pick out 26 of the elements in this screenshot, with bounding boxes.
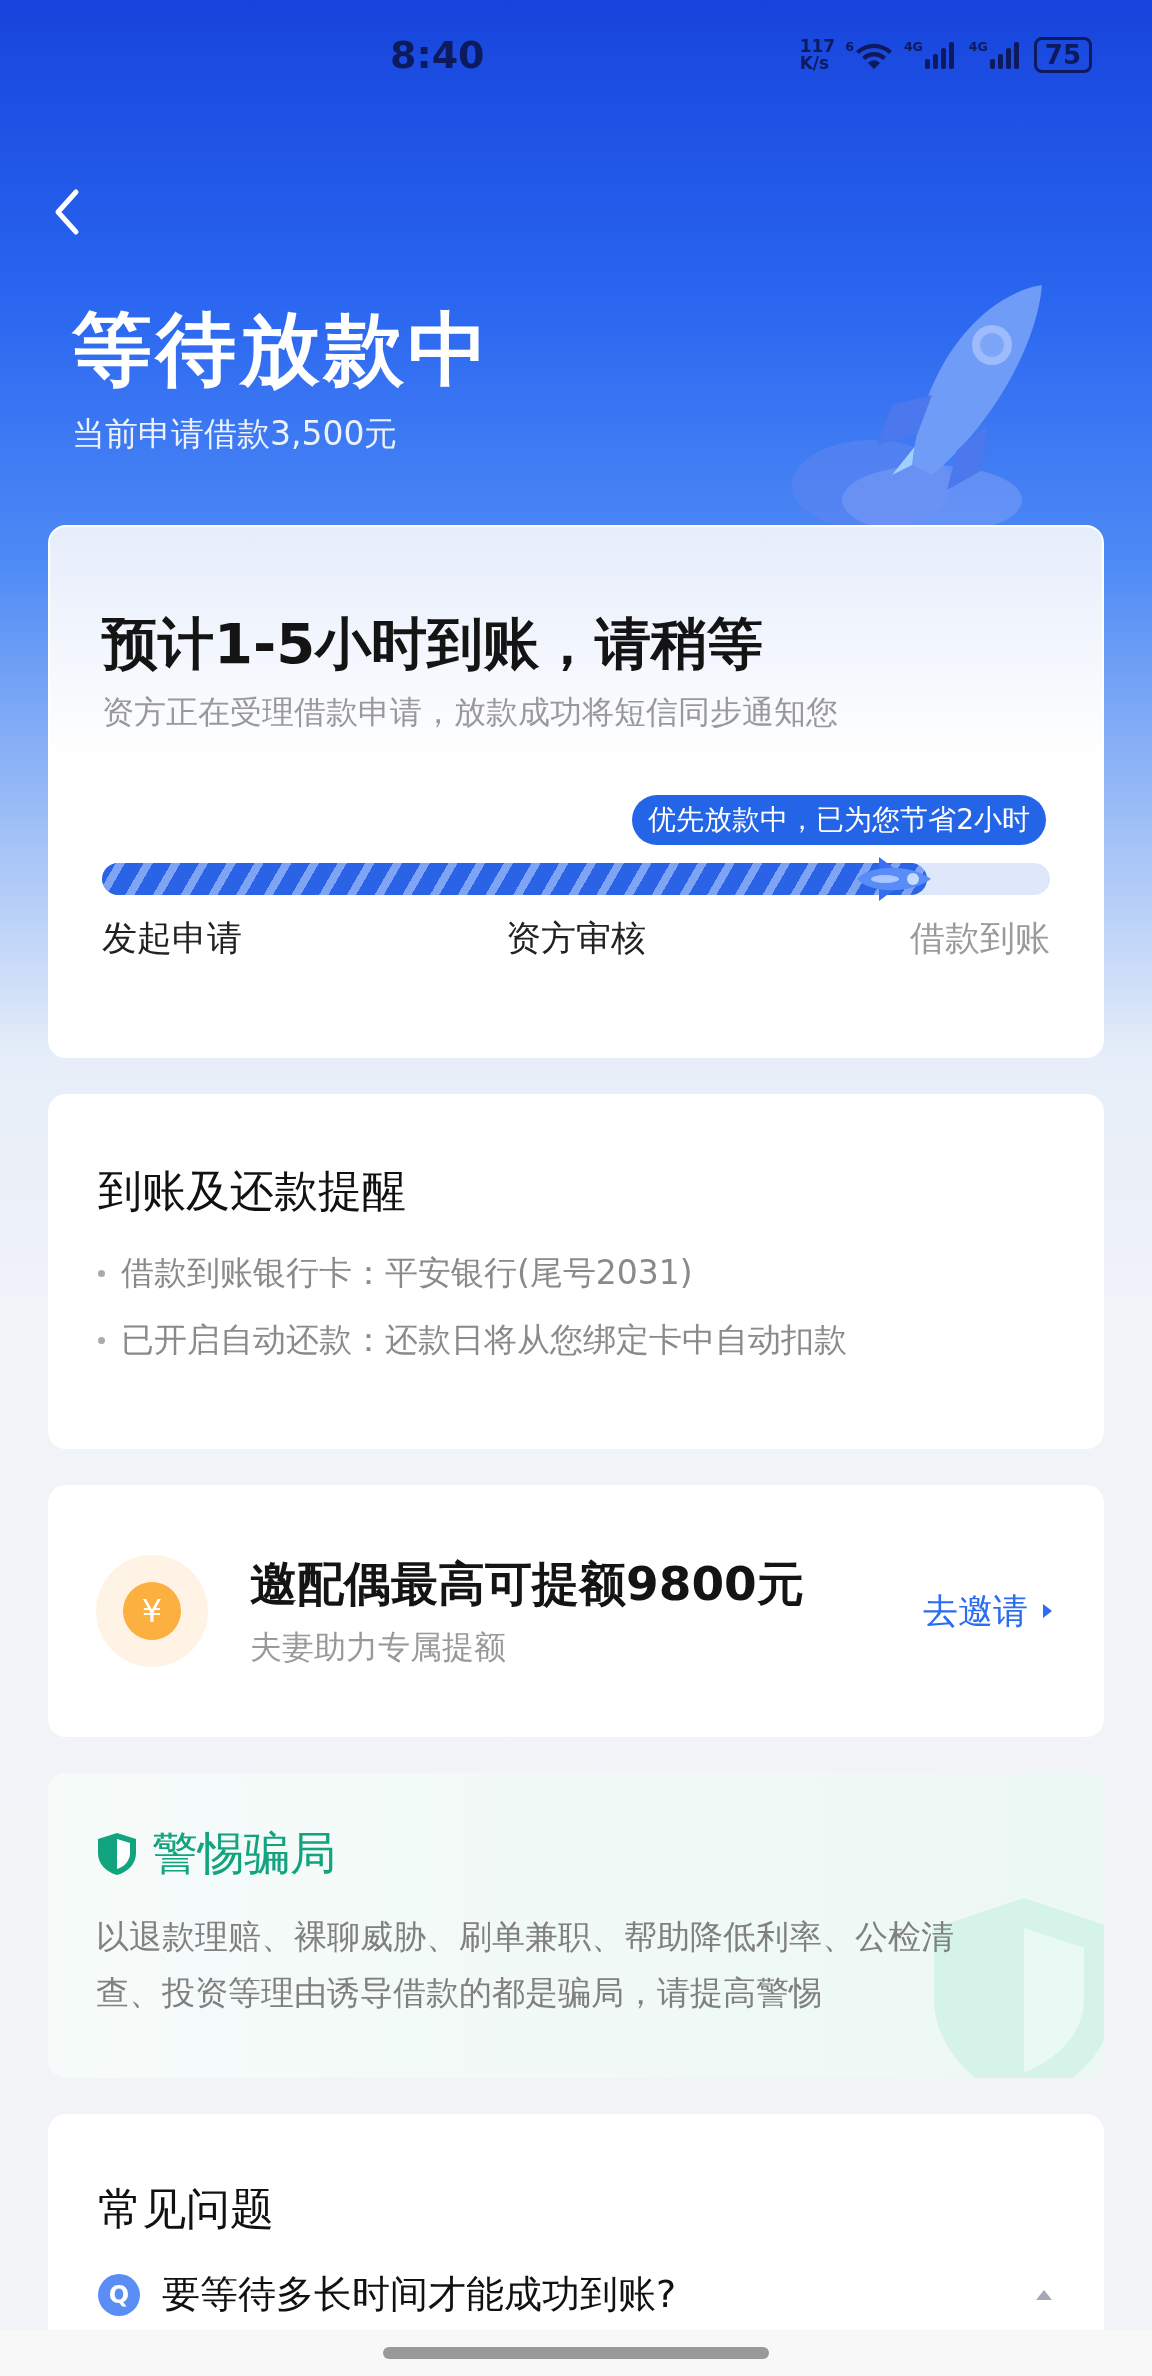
eta-heading: 预计1-5小时到账，请稍等 [102,610,765,678]
invite-subtitle: 夫妻助力专属提额 [250,1626,507,1668]
progress-step: 借款到账 [910,915,1050,962]
coin-icon: ¥ [96,1555,208,1667]
warning-text: 以退款理赔、裸聊威胁、刷单兼职、帮助降低利率、公检清查、投资等理由诱导借款的都是骗局，请提高警惕 [96,1916,955,2014]
network-speed: 117 K/s [799,38,836,72]
invite-link[interactable]: 去邀请 [923,1587,1054,1635]
status-time: 8:40 [390,33,485,77]
progress-description: 资方正在受理借款申请，放款成功将短信同步通知您 [102,692,839,733]
reminder-item: 已开启自动还款：还款日将从您绑定卡中自动扣款 [121,1319,847,1361]
bullet-icon [98,1270,105,1277]
invite-title: 邀配偶最高可提额9800元 [250,1554,805,1613]
progress-step: 资方审核 [506,915,646,962]
warning-title: 警惕骗局 [152,1825,336,1882]
progress-step: 发起申请 [102,915,242,962]
page-title: 等待放款中 [72,302,493,398]
tooltip-bubble: 优先放款中，已为您节省2小时 [632,795,1046,845]
faq-heading: 常见问题 [98,2182,275,2236]
reminder-item: 借款到账银行卡：平安银行(尾号2031) [121,1252,693,1294]
loan-amount-subtitle: 当前申请借款3,500元 [72,413,399,455]
shield-icon [96,1831,138,1877]
battery-icon: 75 [1033,37,1092,73]
faq-question[interactable]: Q 要等待多长时间才能成功到账? [98,2269,1054,2320]
caret-icon [1040,1602,1054,1620]
bullet-icon [98,1337,105,1344]
reminder-heading: 到账及还款提醒 [98,1164,407,1218]
